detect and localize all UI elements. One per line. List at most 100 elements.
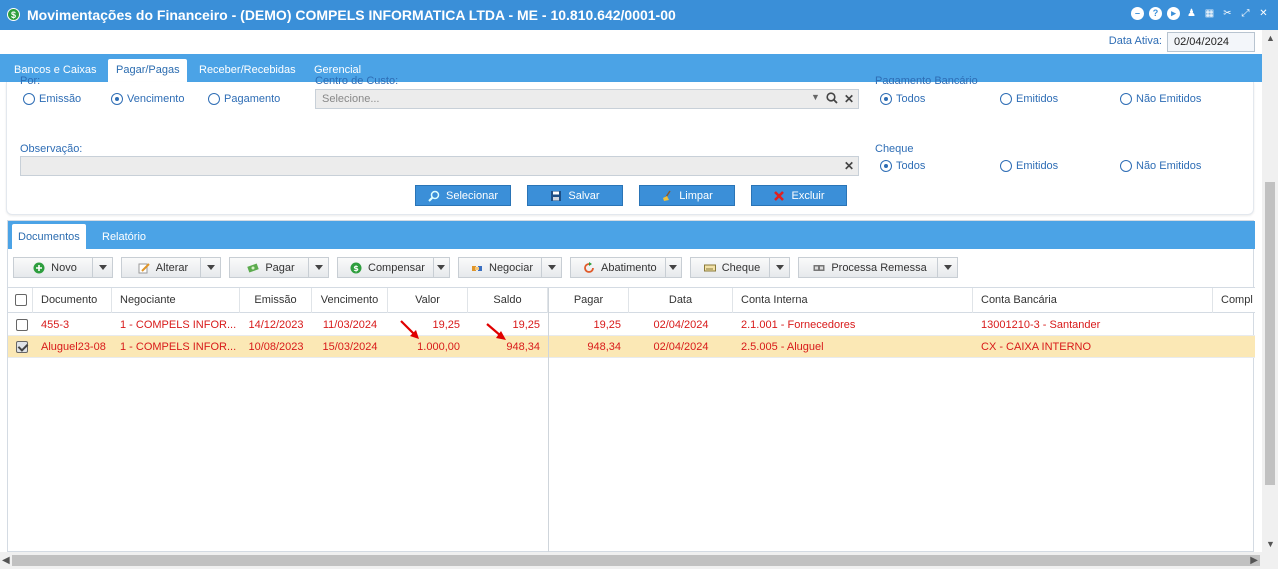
- scroll-left-icon[interactable]: ◀: [2, 555, 10, 566]
- cheque-main[interactable]: Cheque: [691, 258, 769, 277]
- scroll-right-icon[interactable]: ▶: [1250, 555, 1258, 566]
- col-negociante[interactable]: Negociante: [112, 288, 240, 313]
- abatimento-dropdown[interactable]: [664, 258, 681, 277]
- cheque-dropdown[interactable]: [769, 258, 789, 277]
- chevron-down-icon: [547, 265, 556, 270]
- processa-remessa-main[interactable]: Processa Remessa: [799, 258, 937, 277]
- col-documento[interactable]: Documento: [33, 288, 112, 313]
- col-valor[interactable]: Valor: [388, 288, 468, 313]
- cell-conta-interna[interactable]: 2.5.005 - Aluguel: [733, 336, 973, 358]
- negociar-dropdown[interactable]: [541, 258, 561, 277]
- horizontal-scroll-thumb[interactable]: [12, 555, 1260, 566]
- col-conta-interna[interactable]: Conta Interna: [733, 288, 973, 313]
- select-all-checkbox[interactable]: [15, 294, 27, 306]
- abatimento-button[interactable]: Abatimento: [570, 257, 682, 278]
- tab-pagar-pagas[interactable]: Pagar/Pagas: [108, 59, 187, 82]
- negociar-main[interactable]: Negociar: [459, 258, 541, 277]
- tools-icon[interactable]: ✂: [1221, 7, 1234, 20]
- row-checkbox[interactable]: [16, 319, 28, 331]
- negociar-button[interactable]: Negociar: [458, 257, 562, 278]
- cell-vencimento: 15/03/2024: [322, 341, 378, 353]
- processa-remessa-label: Processa Remessa: [831, 261, 927, 274]
- novo-dropdown[interactable]: [92, 258, 112, 277]
- calendar-icon[interactable]: ▦: [1203, 7, 1216, 20]
- negociar-label: Negociar: [489, 261, 534, 274]
- help-icon[interactable]: ?: [1149, 7, 1162, 20]
- radio-ch-nao-emitidos[interactable]: Não Emitidos: [1120, 160, 1201, 172]
- chevron-down-icon[interactable]: ▼: [811, 92, 820, 107]
- radio-dot: [1000, 93, 1012, 105]
- limpar-button[interactable]: Limpar: [639, 185, 735, 206]
- radio-dot: [111, 93, 123, 105]
- cell-conta-bancaria[interactable]: 13001210-3 - Santander: [973, 314, 1213, 336]
- radio-emissao[interactable]: Emissão: [23, 93, 81, 105]
- col-data[interactable]: Data: [629, 288, 733, 313]
- vertical-scroll-thumb[interactable]: [1265, 182, 1275, 485]
- clear-icon[interactable]: ✕: [844, 159, 854, 173]
- expand-icon[interactable]: ⤢: [1239, 7, 1252, 20]
- alterar-button[interactable]: Alterar: [121, 257, 221, 278]
- cell-pagar[interactable]: 948,34: [549, 336, 629, 358]
- file-transfer-icon: [813, 262, 825, 274]
- radio-ch-emitidos[interactable]: Emitidos: [1000, 160, 1058, 172]
- row-checkbox[interactable]: [16, 341, 28, 353]
- cell-conta-bancaria[interactable]: CX - CAIXA INTERNO: [973, 336, 1213, 358]
- minus-circle-icon[interactable]: –: [1131, 7, 1144, 20]
- col-vencimento[interactable]: Vencimento: [312, 288, 388, 313]
- tab-receber-recebidas[interactable]: Receber/Recebidas: [193, 59, 302, 82]
- radio-ch-todos[interactable]: Todos: [880, 160, 925, 172]
- cell-conta-interna[interactable]: 2.1.001 - Fornecedores: [733, 314, 973, 336]
- bell-icon[interactable]: ♟: [1185, 7, 1198, 20]
- table-row-selected[interactable]: Aluguel23-08 1 - COMPELS INFOR... 10/08/…: [8, 336, 1255, 358]
- compensar-button[interactable]: $ Compensar: [337, 257, 450, 278]
- tab-relatorio[interactable]: Relatório: [96, 224, 152, 249]
- compensar-main[interactable]: $ Compensar: [338, 258, 433, 277]
- grid-split-divider[interactable]: [548, 288, 549, 554]
- pagar-button[interactable]: Pagar: [229, 257, 329, 278]
- cell-data[interactable]: 02/04/2024: [629, 314, 733, 336]
- clear-icon[interactable]: ✕: [844, 92, 854, 107]
- table-row[interactable]: 455-3 1 - COMPELS INFOR... 14/12/2023 11…: [8, 314, 1255, 336]
- scroll-up-icon[interactable]: ▲: [1266, 33, 1275, 43]
- abatimento-main[interactable]: Abatimento: [571, 258, 665, 277]
- novo-button[interactable]: Novo: [13, 257, 113, 278]
- selecionar-button[interactable]: Selecionar: [415, 185, 511, 206]
- col-emissao[interactable]: Emissão: [240, 288, 312, 313]
- cell-pagar[interactable]: 19,25: [549, 314, 629, 336]
- radio-pb-todos[interactable]: Todos: [880, 93, 925, 105]
- horizontal-scrollbar[interactable]: ◀ ▶: [0, 552, 1278, 569]
- col-pagar[interactable]: Pagar: [549, 288, 629, 313]
- cheque-button[interactable]: Cheque: [690, 257, 790, 278]
- col-compl[interactable]: Compl: [1213, 288, 1255, 313]
- play-icon[interactable]: ▸: [1167, 7, 1180, 20]
- tab-documentos[interactable]: Documentos: [12, 224, 86, 249]
- por-label: Por:: [20, 75, 41, 84]
- window-title: Movimentações do Financeiro - (DEMO) COM…: [27, 7, 676, 23]
- pagar-dropdown[interactable]: [308, 258, 328, 277]
- alterar-dropdown[interactable]: [200, 258, 220, 277]
- cell-data[interactable]: 02/04/2024: [629, 336, 733, 358]
- observacao-input[interactable]: ✕: [20, 156, 859, 176]
- processa-remessa-button[interactable]: Processa Remessa: [798, 257, 958, 278]
- documents-grid: Documento Negociante Emissão Vencimento …: [8, 287, 1255, 554]
- processa-remessa-dropdown[interactable]: [937, 258, 957, 277]
- compensar-dropdown[interactable]: [432, 258, 449, 277]
- novo-main[interactable]: Novo: [14, 258, 92, 277]
- excluir-button[interactable]: Excluir: [751, 185, 847, 206]
- radio-label: Não Emitidos: [1136, 160, 1202, 172]
- radio-pb-nao-emitidos[interactable]: Não Emitidos: [1120, 93, 1201, 105]
- col-conta-bancaria[interactable]: Conta Bancária: [973, 288, 1213, 313]
- pagar-main[interactable]: Pagar: [230, 258, 308, 277]
- col-saldo[interactable]: Saldo: [468, 288, 548, 313]
- salvar-button[interactable]: Salvar: [527, 185, 623, 206]
- centro-custo-select[interactable]: Selecione... ▼ ✕: [315, 89, 859, 109]
- scroll-down-icon[interactable]: ▼: [1266, 539, 1275, 549]
- radio-pagamento[interactable]: Pagamento: [208, 93, 280, 105]
- radio-vencimento[interactable]: Vencimento: [111, 93, 184, 105]
- alterar-main[interactable]: Alterar: [122, 258, 200, 277]
- vertical-scrollbar[interactable]: ▲ ▼: [1262, 30, 1278, 552]
- close-icon[interactable]: ✕: [1257, 7, 1270, 20]
- radio-pb-emitidos[interactable]: Emitidos: [1000, 93, 1058, 105]
- search-icon[interactable]: [826, 92, 838, 107]
- data-ativa-input[interactable]: 02/04/2024: [1167, 32, 1255, 52]
